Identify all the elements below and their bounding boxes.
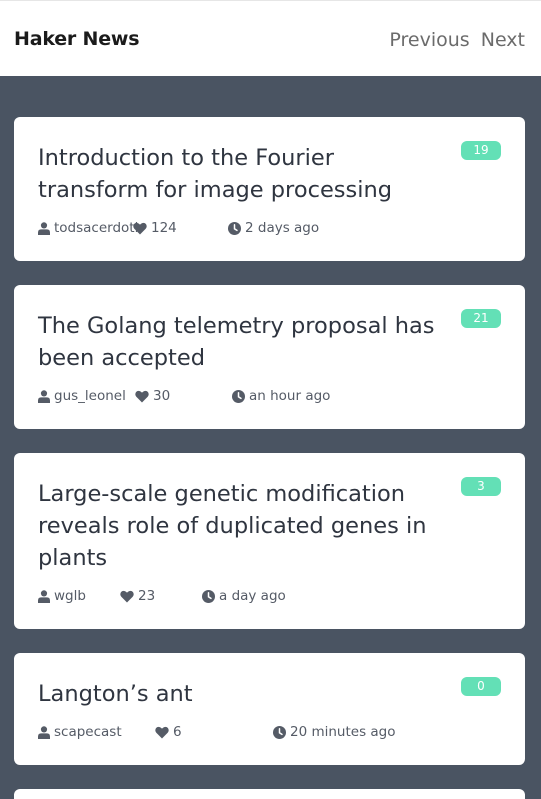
clock-icon — [232, 389, 245, 403]
post-time: an hour ago — [249, 388, 331, 404]
next-link[interactable]: Next — [481, 29, 525, 51]
story-points: 6 — [155, 724, 182, 740]
clock-icon — [273, 725, 286, 739]
post-time: 20 minutes ago — [290, 724, 396, 740]
story-time: a day ago — [202, 588, 286, 604]
story-points: 30 — [135, 388, 170, 404]
user-icon — [38, 725, 50, 739]
story-author: scapecast — [38, 724, 122, 740]
post-time: 2 days ago — [245, 220, 320, 236]
story-title[interactable]: Large-scale genetic modification reveals… — [38, 478, 448, 574]
author-name[interactable]: scapecast — [54, 724, 122, 740]
story-card[interactable]: The Golang telemetry proposal has been a… — [14, 285, 525, 429]
story-card[interactable]: Large-scale genetic modification reveals… — [14, 453, 525, 629]
post-time: a day ago — [219, 588, 286, 604]
story-title[interactable]: Introduction to the Fourier transform fo… — [38, 142, 448, 206]
story-time: 2 days ago — [228, 220, 319, 236]
story-title[interactable]: Langton’s ant — [38, 678, 448, 710]
points-count: 23 — [138, 588, 156, 604]
author-name[interactable]: wglb — [54, 588, 86, 604]
story-points: 124 — [133, 220, 177, 236]
story-card-partial[interactable] — [14, 789, 525, 799]
user-icon — [38, 389, 50, 403]
brand-title[interactable]: Haker News — [14, 28, 140, 50]
story-points: 23 — [120, 588, 155, 604]
points-count: 6 — [173, 724, 182, 740]
story-card[interactable]: Langton’s ant 0 scapecast 6 20 minutes a… — [14, 653, 525, 765]
author-name[interactable]: gus_leonel — [54, 388, 126, 404]
user-icon — [38, 221, 50, 235]
story-time: an hour ago — [232, 388, 330, 404]
comment-count-badge[interactable]: 0 — [461, 677, 501, 696]
heart-icon — [120, 590, 134, 602]
author-name[interactable]: todsacerdoti — [54, 220, 138, 236]
top-navbar: Haker News Previous Next — [0, 0, 541, 76]
clock-icon — [202, 589, 215, 603]
comment-count-badge[interactable]: 3 — [461, 477, 501, 496]
previous-link[interactable]: Previous — [389, 29, 469, 51]
story-author: wglb — [38, 588, 86, 604]
heart-icon — [155, 726, 169, 738]
comment-count-badge[interactable]: 21 — [461, 309, 501, 328]
points-count: 30 — [153, 388, 171, 404]
heart-icon — [135, 390, 149, 402]
story-time: 20 minutes ago — [273, 724, 396, 740]
pagination-nav: Previous Next — [389, 29, 525, 51]
points-count: 124 — [151, 220, 177, 236]
story-author: gus_leonel — [38, 388, 126, 404]
user-icon — [38, 589, 50, 603]
story-title[interactable]: The Golang telemetry proposal has been a… — [38, 310, 448, 374]
story-author: todsacerdoti — [38, 220, 138, 236]
clock-icon — [228, 221, 241, 235]
heart-icon — [133, 222, 147, 234]
comment-count-badge[interactable]: 19 — [461, 141, 501, 160]
story-card[interactable]: Introduction to the Fourier transform fo… — [14, 117, 525, 261]
